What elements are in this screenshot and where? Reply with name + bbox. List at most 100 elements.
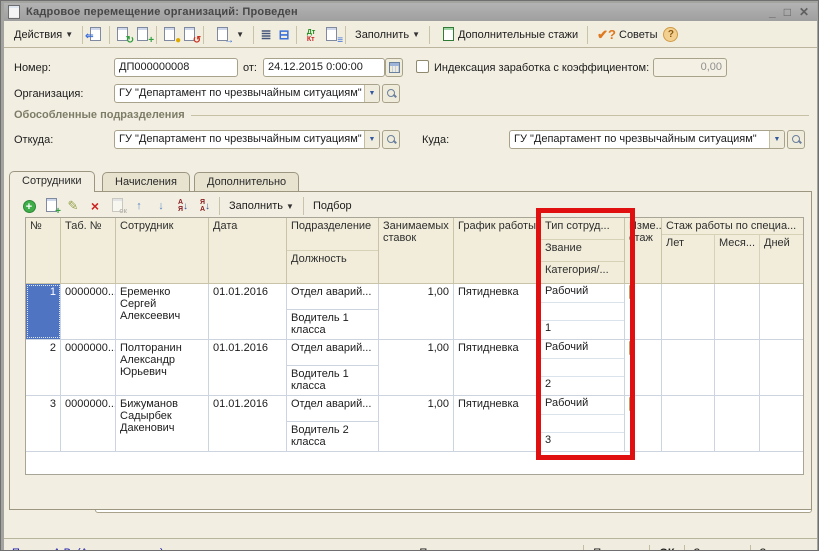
move-up-icon[interactable]: ↑ bbox=[128, 197, 150, 215]
chevron-down-icon[interactable]: ▼ bbox=[769, 131, 784, 148]
months-cell[interactable] bbox=[715, 396, 760, 451]
minimize-button[interactable]: _ bbox=[769, 5, 776, 19]
posting-mode-icon[interactable]: ⊟ bbox=[275, 27, 293, 43]
additional-experience-button[interactable]: Дополнительные стажи bbox=[433, 23, 584, 47]
employee-type-cell[interactable]: Рабочий 3 bbox=[541, 396, 625, 451]
change-experience-checkbox[interactable] bbox=[629, 285, 631, 299]
tab-num-cell[interactable]: 0000000... bbox=[61, 284, 116, 339]
table-row[interactable]: 2 0000000... Полторанин Александр Юрьеви… bbox=[26, 340, 803, 396]
days-cell[interactable] bbox=[760, 284, 803, 339]
table-row[interactable]: 3 0000000... Бижуманов Садырбек Дакенови… bbox=[26, 396, 803, 452]
rate-cell[interactable]: 1,00 bbox=[379, 396, 454, 451]
tab-num-cell[interactable]: 0000000... bbox=[61, 340, 116, 395]
schedule-cell[interactable]: Пятидневка bbox=[454, 396, 541, 451]
close-form-button[interactable]: Закрыть bbox=[753, 545, 809, 551]
chevron-down-icon[interactable]: ▼ bbox=[364, 131, 379, 148]
employee-type-cell[interactable]: Рабочий 1 bbox=[541, 284, 625, 339]
months-cell[interactable] bbox=[715, 340, 760, 395]
tips-button[interactable]: ✔? Советы bbox=[591, 24, 663, 46]
chevron-down-icon[interactable]: ▼ bbox=[364, 85, 379, 102]
date-cell[interactable]: 01.01.2016 bbox=[209, 284, 287, 339]
copy-row-icon[interactable]: + bbox=[40, 197, 62, 215]
grid-fill-button[interactable]: Заполнить ▼ bbox=[223, 197, 300, 215]
employee-cell[interactable]: Бижуманов Садырбек Дакенович bbox=[116, 396, 209, 451]
to-search-button[interactable] bbox=[787, 130, 805, 149]
rate-cell[interactable]: 1,00 bbox=[379, 284, 454, 339]
col-header-change-experience[interactable]: Изме... стаж bbox=[625, 218, 662, 284]
col-header-rate[interactable]: Занимаемых ставок bbox=[379, 218, 454, 284]
division-position-cell[interactable]: Отдел аварий... Водитель 1 класса bbox=[287, 284, 379, 339]
tab-employees[interactable]: Сотрудники bbox=[9, 171, 95, 192]
number-field[interactable]: ДП000000008 bbox=[114, 58, 238, 77]
order-list-button[interactable]: Приказ на список сотрудников bbox=[412, 545, 581, 551]
fill-menu-button[interactable]: Заполнить ▼ bbox=[349, 26, 426, 44]
organization-search-button[interactable] bbox=[382, 84, 400, 103]
sort-desc-icon[interactable]: ЯА↓ bbox=[194, 197, 216, 215]
schedule-cell[interactable]: Пятидневка bbox=[454, 284, 541, 339]
post-movements-icon[interactable]: ● bbox=[160, 26, 180, 44]
dt-kt-icon[interactable]: ДтКт bbox=[300, 26, 322, 44]
to-field[interactable]: ГУ "Департамент по чрезвычайным ситуация… bbox=[509, 130, 785, 149]
clear-movements-icon[interactable]: ↺ bbox=[180, 26, 200, 44]
add-row-icon[interactable]: + bbox=[18, 197, 40, 215]
tab-additional[interactable]: Дополнительно bbox=[194, 172, 299, 192]
row-number-cell[interactable]: 3 bbox=[26, 396, 61, 451]
post-document-icon[interactable]: ⇐ bbox=[86, 26, 106, 44]
delete-row-icon[interactable]: × bbox=[84, 197, 106, 215]
schedule-cell[interactable]: Пятидневка bbox=[454, 340, 541, 395]
years-cell[interactable] bbox=[662, 340, 715, 395]
edit-row-icon[interactable]: ✎ bbox=[62, 197, 84, 215]
organization-field[interactable]: ГУ "Департамент по чрезвычайным ситуация… bbox=[114, 84, 380, 103]
list-settings-icon[interactable]: ≣ bbox=[257, 27, 275, 43]
row-number-cell[interactable]: 1 bbox=[26, 284, 61, 339]
ok-button[interactable]: ОК bbox=[652, 545, 681, 551]
maximize-button[interactable]: □ bbox=[784, 5, 791, 19]
change-experience-cell[interactable] bbox=[625, 396, 662, 451]
col-header-specialty-experience[interactable]: Стаж работы по специа... Лет Меся... Дне… bbox=[662, 218, 803, 284]
col-header-months[interactable]: Меся... bbox=[715, 235, 760, 283]
print-button[interactable]: Печать ▼ bbox=[586, 545, 647, 551]
division-position-cell[interactable]: Отдел аварий... Водитель 2 класса bbox=[287, 396, 379, 451]
tab-accruals[interactable]: Начисления bbox=[102, 172, 190, 192]
actions-menu-button[interactable]: Действия ▼ bbox=[8, 26, 79, 44]
save-button[interactable]: Записать bbox=[687, 545, 748, 551]
rate-cell[interactable]: 1,00 bbox=[379, 340, 454, 395]
repost-icon[interactable]: ↻ bbox=[113, 26, 133, 44]
col-header-num[interactable]: № bbox=[26, 218, 61, 284]
col-header-date[interactable]: Дата bbox=[209, 218, 287, 284]
date-field[interactable]: 24.12.2015 0:00:00 bbox=[263, 58, 385, 77]
col-header-years[interactable]: Лет bbox=[662, 235, 715, 283]
months-cell[interactable] bbox=[715, 284, 760, 339]
close-button[interactable]: ✕ bbox=[799, 5, 809, 19]
col-header-tab-num[interactable]: Таб. № bbox=[61, 218, 116, 284]
move-down-icon[interactable]: ↓ bbox=[150, 197, 172, 215]
change-experience-checkbox[interactable] bbox=[629, 397, 631, 411]
years-cell[interactable] bbox=[662, 284, 715, 339]
row-number-cell[interactable]: 2 bbox=[26, 340, 61, 395]
date-cell[interactable]: 01.01.2016 bbox=[209, 396, 287, 451]
tab-num-cell[interactable]: 0000000... bbox=[61, 396, 116, 451]
days-cell[interactable] bbox=[760, 396, 803, 451]
employee-type-cell[interactable]: Рабочий 2 bbox=[541, 340, 625, 395]
change-experience-cell[interactable] bbox=[625, 340, 662, 395]
from-search-button[interactable] bbox=[382, 130, 400, 149]
col-header-division-position[interactable]: Подразделение Должность bbox=[287, 218, 379, 284]
col-header-days[interactable]: Дней bbox=[760, 235, 801, 283]
from-field[interactable]: ГУ "Департамент по чрезвычайным ситуация… bbox=[114, 130, 380, 149]
days-cell[interactable] bbox=[760, 340, 803, 395]
col-header-schedule[interactable]: График работы bbox=[454, 218, 541, 284]
help-icon[interactable]: ? bbox=[663, 27, 678, 42]
sort-asc-icon[interactable]: АЯ↓ bbox=[172, 197, 194, 215]
title-bar[interactable]: Кадровое перемещение организаций: Провед… bbox=[4, 3, 817, 21]
current-user-link[interactable]: Павлов А.В. (Администратор) bbox=[12, 547, 164, 551]
calendar-button[interactable] bbox=[385, 58, 403, 77]
table-row[interactable]: 1 0000000... Еременко Сергей Алексеевич … bbox=[26, 284, 803, 340]
date-cell[interactable]: 01.01.2016 bbox=[209, 340, 287, 395]
indexation-label[interactable]: Индексация заработка с коэффициентом: bbox=[434, 62, 649, 74]
go-to-button[interactable]: → ▼ bbox=[207, 23, 250, 47]
employee-cell[interactable]: Полторанин Александр Юрьевич bbox=[116, 340, 209, 395]
col-header-employee-type[interactable]: Тип сотруд... Звание Категория/... bbox=[541, 218, 625, 284]
division-position-cell[interactable]: Отдел аварий... Водитель 1 класса bbox=[287, 340, 379, 395]
col-header-employee[interactable]: Сотрудник bbox=[116, 218, 209, 284]
document-report-icon[interactable]: ≡ bbox=[322, 26, 342, 44]
